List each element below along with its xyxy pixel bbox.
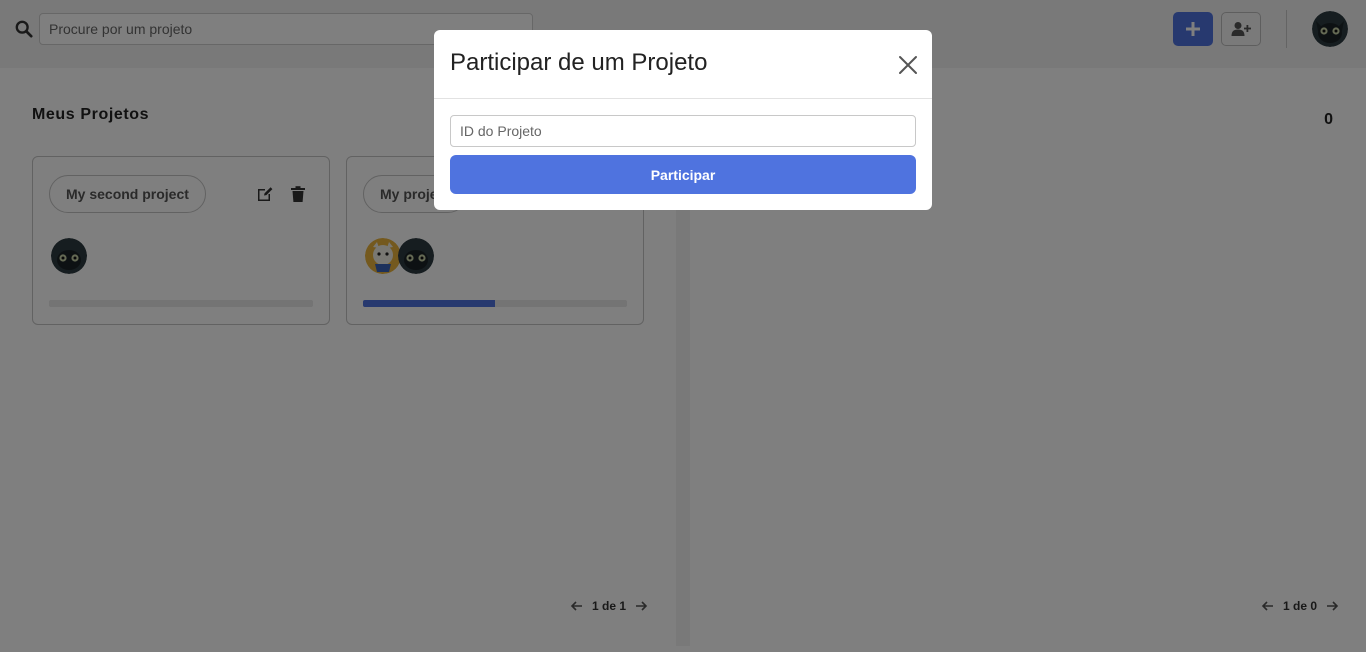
modal-header: Participar de um Projeto — [434, 30, 932, 99]
join-submit-button[interactable]: Participar — [450, 155, 916, 194]
join-project-modal: Participar de um Projeto Participar — [434, 30, 932, 210]
modal-title: Participar de um Projeto — [450, 49, 708, 76]
project-id-input[interactable] — [450, 115, 916, 147]
close-icon[interactable] — [897, 54, 919, 76]
